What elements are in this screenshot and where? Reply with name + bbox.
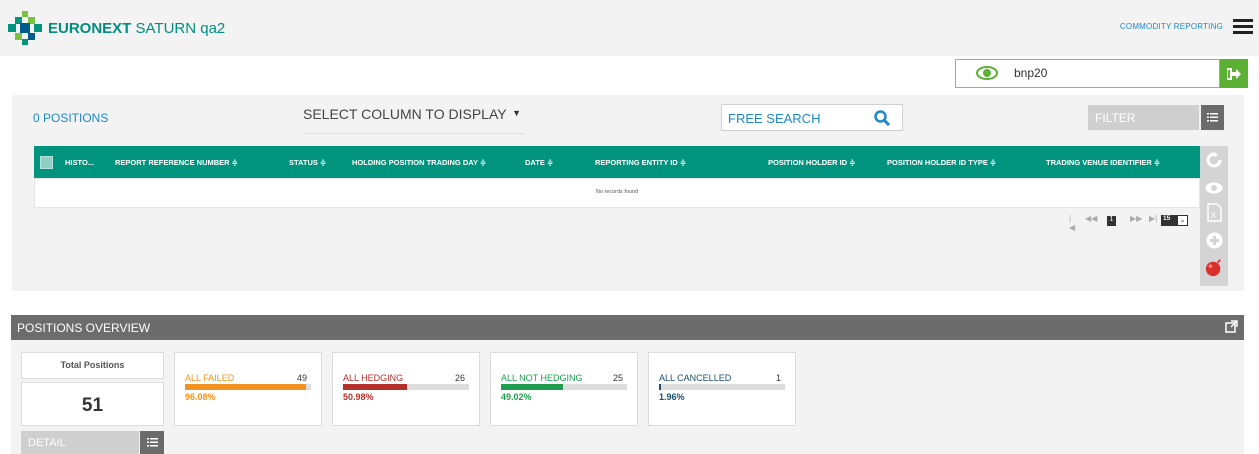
svg-text:X: X <box>1210 211 1216 220</box>
commodity-reporting-link[interactable]: COMMODITY REPORTING <box>1120 22 1223 31</box>
previous-page-icon[interactable]: ◀◀ <box>1085 214 1097 223</box>
grid-body: No records found <box>34 178 1200 208</box>
user-box: bnp20 <box>955 59 1220 88</box>
card-label: ALL CANCELLED <box>659 373 732 383</box>
progress-bar <box>501 384 627 390</box>
progress-fill <box>185 384 307 390</box>
progress-fill <box>659 384 662 390</box>
brand-name: EURONEXT <box>48 20 132 37</box>
card-all-cancelled[interactable]: ALL CANCELLED 1 1.96% <box>648 352 796 426</box>
rows-per-page-select[interactable]: 15 ⌄ <box>1161 215 1188 226</box>
brand-title: EURONEXT SATURN qa2 <box>48 20 225 37</box>
column-header-report-reference-number[interactable]: REPORT REFERENCE NUMBER ≑ <box>115 158 238 167</box>
eye-icon <box>976 66 998 80</box>
external-link-icon[interactable] <box>1225 320 1238 333</box>
card-all-hedging[interactable]: ALL HEDGING 26 50.98% <box>332 352 480 426</box>
logout-button[interactable] <box>1220 59 1248 88</box>
positions-overview-title: POSITIONS OVERVIEW <box>17 321 151 335</box>
refresh-icon[interactable] <box>1205 151 1223 169</box>
grid-header: HISTO... REPORT REFERENCE NUMBER ≑ STATU… <box>34 146 1200 178</box>
column-header-date[interactable]: DATE ≑ <box>525 158 553 167</box>
top-bar: EURONEXT SATURN qa2 COMMODITY REPORTING <box>0 0 1259 56</box>
logout-icon <box>1227 67 1241 80</box>
username: bnp20 <box>1014 66 1048 80</box>
filter-list-button[interactable] <box>1201 105 1224 130</box>
detail-list-button[interactable] <box>140 431 164 454</box>
add-icon[interactable] <box>1205 231 1223 249</box>
excel-icon[interactable]: X <box>1205 202 1223 222</box>
column-header-position-holder-id-type[interactable]: POSITION HOLDER ID TYPE ≑ <box>887 158 996 167</box>
euronext-logo <box>8 11 42 45</box>
tool-column: X <box>1200 146 1228 286</box>
free-search-placeholder: FREE SEARCH <box>728 111 821 126</box>
card-label: ALL NOT HEDGING <box>501 373 583 383</box>
card-all-failed[interactable]: ALL FAILED 49 96.08% <box>174 352 322 426</box>
total-positions-value: 51 <box>21 382 164 426</box>
progress-fill <box>501 384 563 390</box>
column-header-position-holder-id[interactable]: POSITION HOLDER ID ≑ <box>768 158 856 167</box>
free-search-input[interactable]: FREE SEARCH <box>721 104 903 131</box>
progress-bar <box>343 384 469 390</box>
current-page[interactable]: 1 <box>1107 216 1116 226</box>
chevron-down-icon: ⌄ <box>1178 216 1187 225</box>
column-select-dropdown[interactable]: SELECT COLUMN TO DISPLAY ▼ <box>303 106 525 134</box>
card-percent: 1.96% <box>659 392 685 402</box>
card-label: ALL FAILED <box>185 373 235 383</box>
detail-button[interactable]: DETAIL <box>21 431 139 454</box>
column-header-holding-position-trading-day[interactable]: HOLDING POSITION TRADING DAY ≑ <box>352 158 486 167</box>
select-all-checkbox[interactable] <box>40 156 53 169</box>
card-percent: 49.02% <box>501 392 532 402</box>
column-header-trading-venue-identifier[interactable]: TRADING VENUE IDENTIFIER ≑ <box>1046 158 1160 167</box>
progress-bar <box>185 384 311 390</box>
total-positions-label: Total Positions <box>21 352 164 379</box>
list-icon <box>1207 113 1218 122</box>
filter-button[interactable]: FILTER <box>1088 105 1199 130</box>
positions-count: 0 POSITIONS <box>33 111 109 125</box>
card-count: 25 <box>612 373 623 383</box>
list-icon <box>146 438 158 447</box>
view-icon[interactable] <box>1205 179 1223 197</box>
hamburger-icon[interactable] <box>1233 19 1253 35</box>
empty-message: No records found <box>595 189 639 195</box>
card-count: 1 <box>775 373 781 383</box>
column-header-status[interactable]: STATUS ≑ <box>289 158 326 167</box>
card-percent: 96.08% <box>185 392 216 402</box>
column-header-reporting-entity-id[interactable]: REPORTING ENTITY ID ≑ <box>595 158 686 167</box>
card-percent: 50.98% <box>343 392 374 402</box>
caret-down-icon: ▼ <box>512 108 521 118</box>
brand-env: SATURN qa2 <box>135 20 226 37</box>
card-count: 26 <box>454 373 465 383</box>
column-select-label: SELECT COLUMN TO DISPLAY <box>303 106 507 122</box>
rows-per-page-value: 15 <box>1163 215 1171 222</box>
card-all-not-hedging[interactable]: ALL NOT HEDGING 25 49.02% <box>490 352 638 426</box>
positions-overview-header: POSITIONS OVERVIEW <box>11 315 1244 340</box>
first-page-icon[interactable]: |◀ <box>1069 214 1075 232</box>
card-label: ALL HEDGING <box>343 373 404 383</box>
card-count: 49 <box>296 373 307 383</box>
search-icon[interactable] <box>874 110 890 126</box>
bomb-icon[interactable] <box>1205 259 1223 277</box>
last-page-icon[interactable]: ▶| <box>1149 214 1157 223</box>
next-page-icon[interactable]: ▶▶ <box>1130 214 1142 223</box>
progress-fill <box>343 384 408 390</box>
column-header-history[interactable]: HISTO... <box>65 158 94 167</box>
progress-bar <box>659 384 785 390</box>
